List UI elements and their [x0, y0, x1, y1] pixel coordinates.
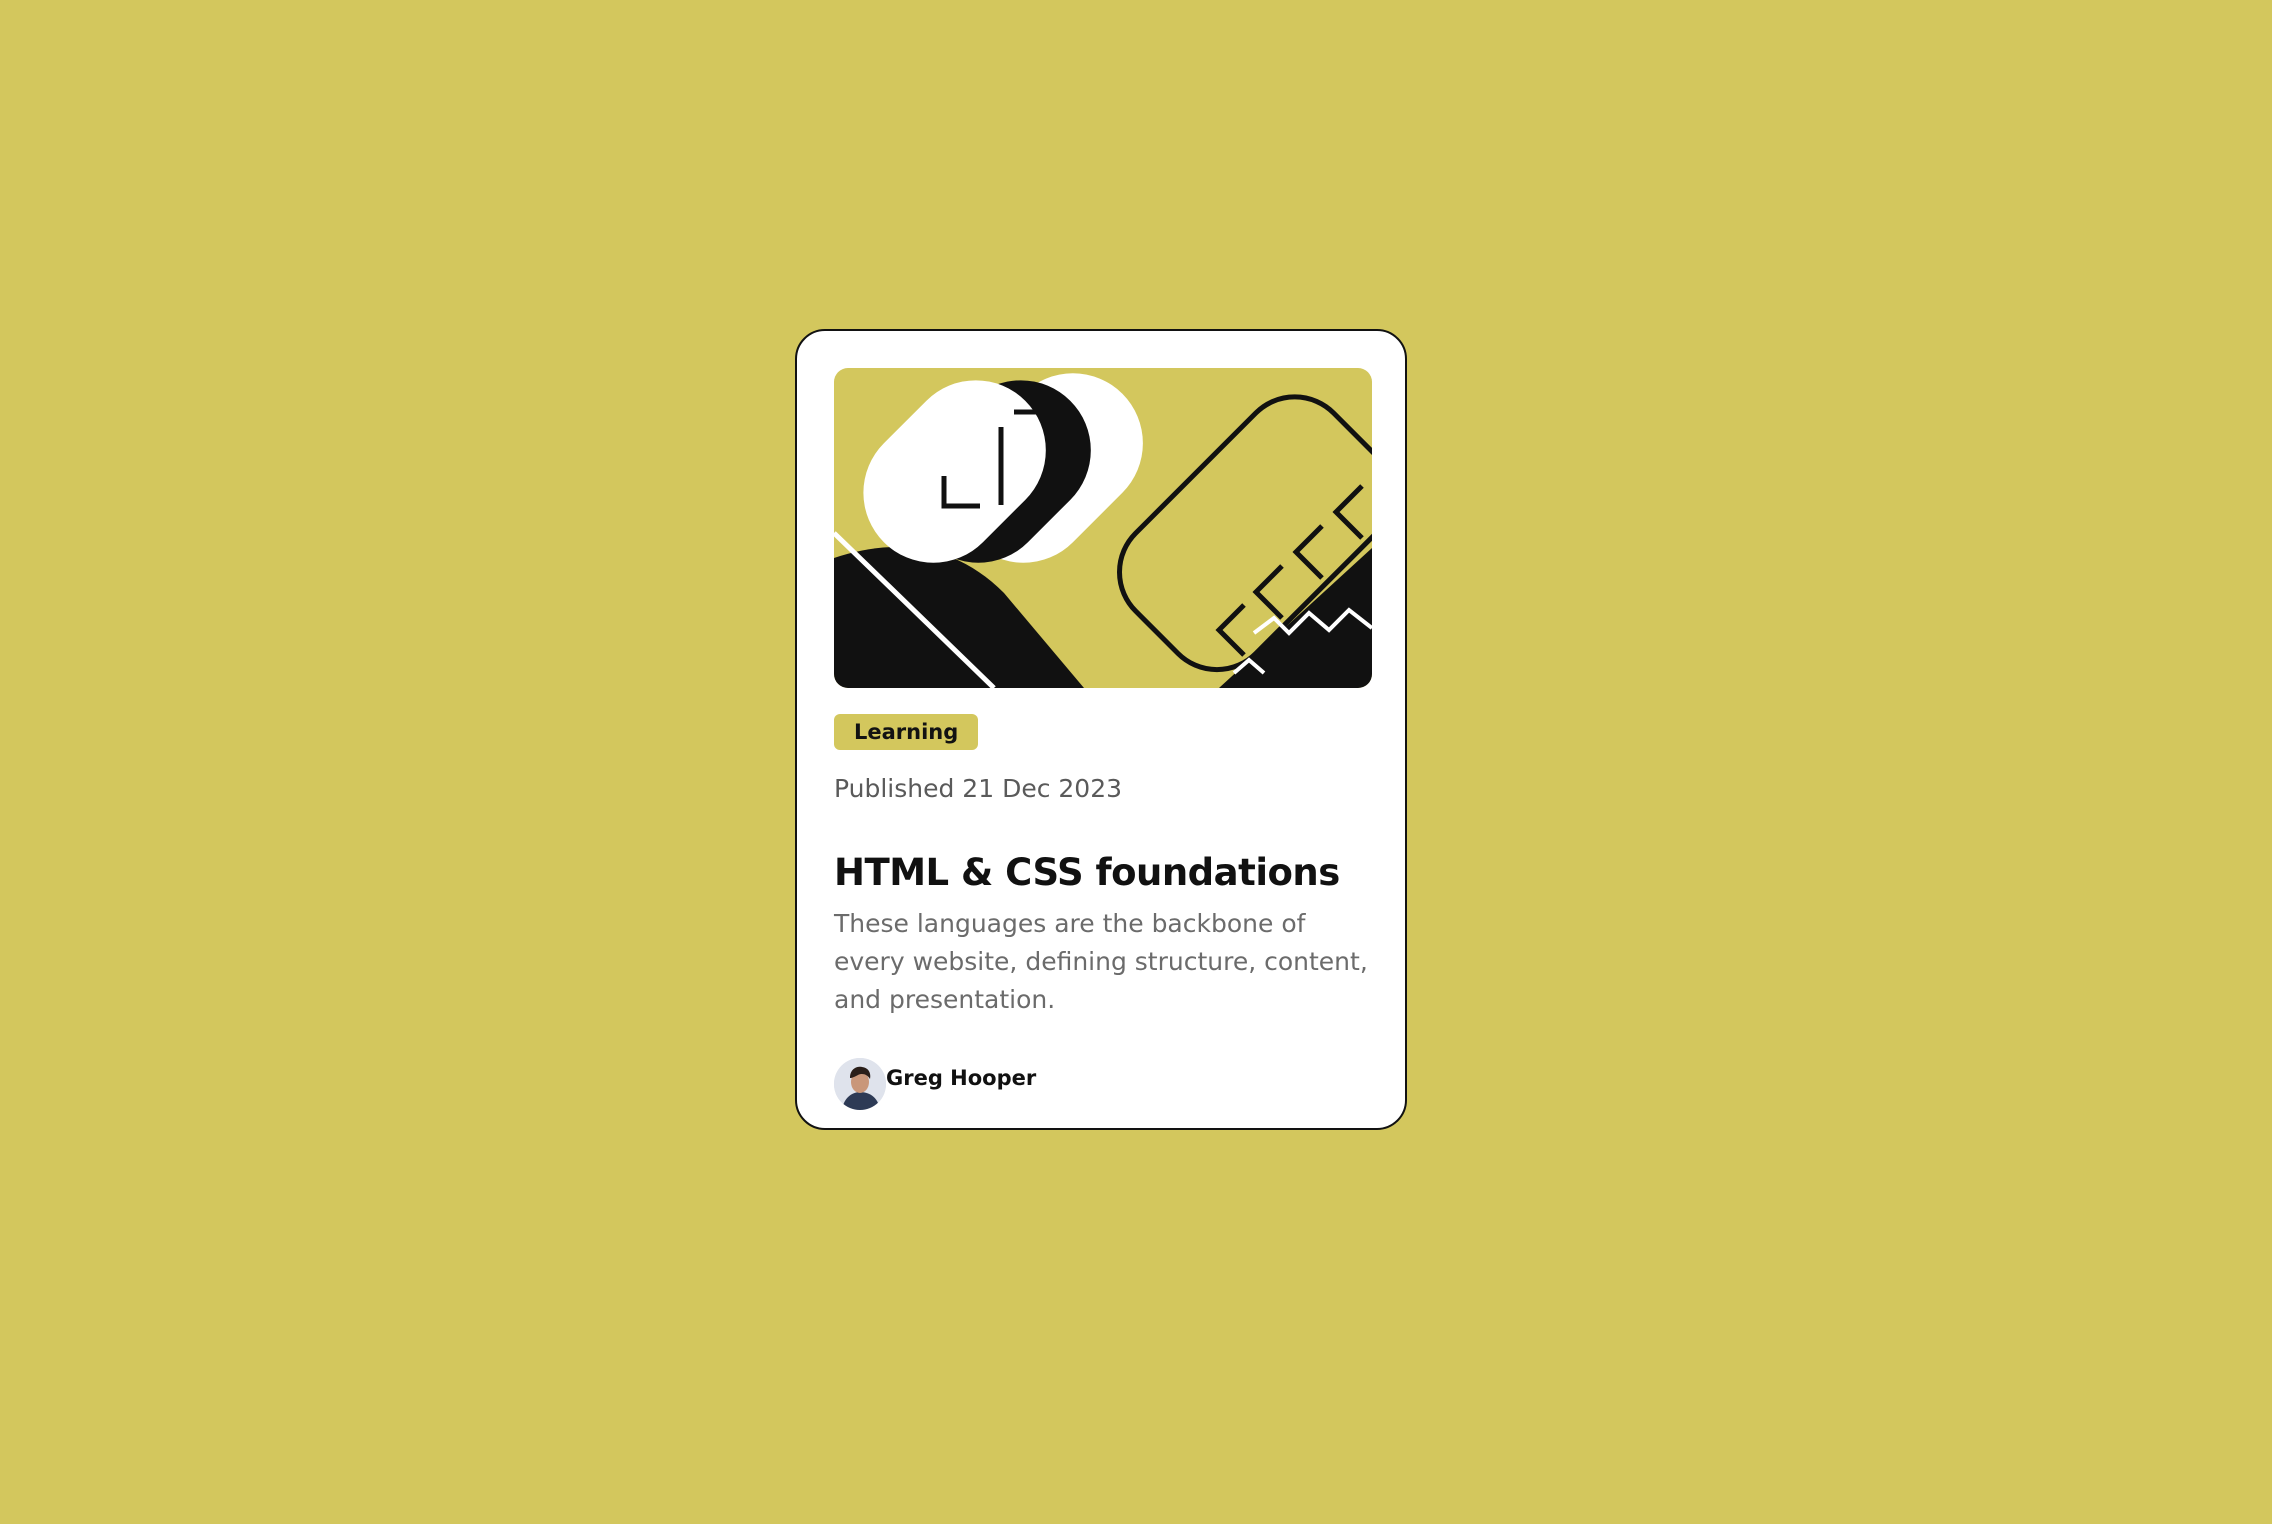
- published-date: Published 21 Dec 2023: [834, 774, 1123, 803]
- card-title[interactable]: HTML & CSS foundations: [834, 851, 1368, 895]
- author-info: Greg Hooper: [834, 1058, 1036, 1110]
- hero-illustration: [834, 368, 1372, 688]
- author-name[interactable]: Greg Hooper: [886, 1065, 1036, 1091]
- card-description: These languages are the backbone of ever…: [834, 909, 1368, 1014]
- category-tag: Learning: [834, 714, 979, 750]
- author-avatar: [834, 1058, 886, 1110]
- blog-preview-card: Learning Published 21 Dec 2023 HTML & CS…: [795, 329, 1407, 1130]
